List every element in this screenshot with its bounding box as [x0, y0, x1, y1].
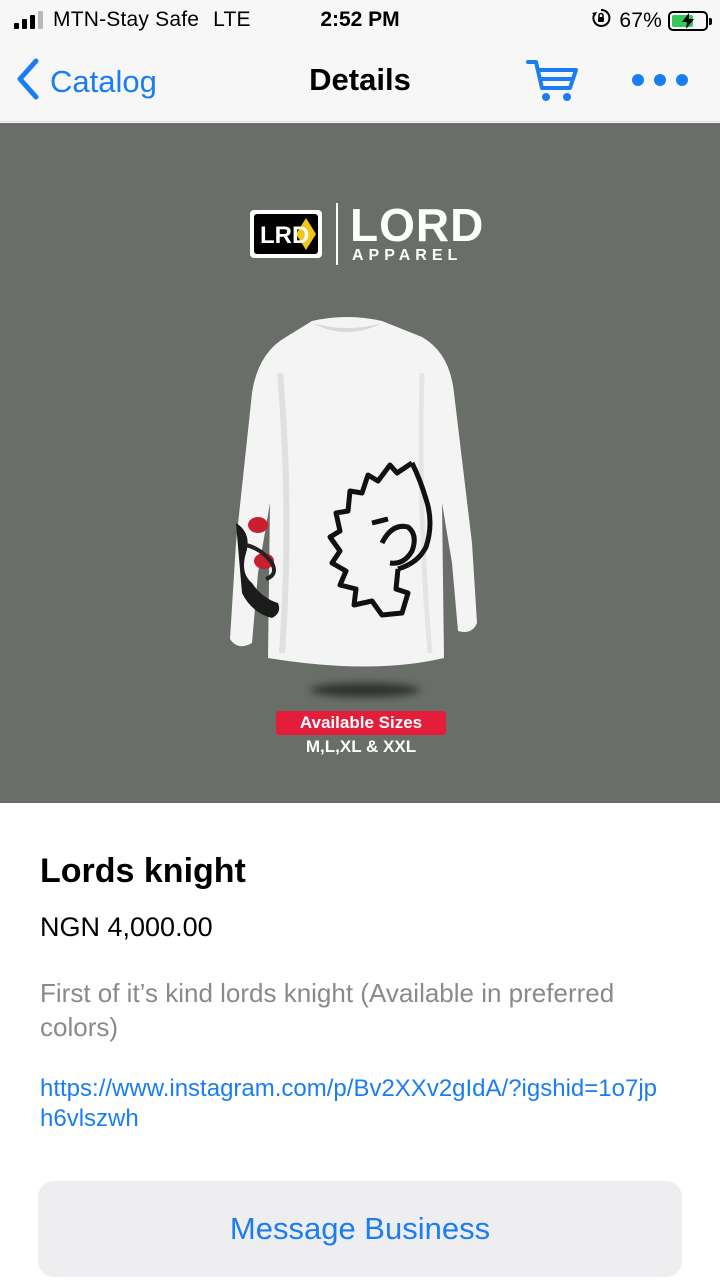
message-business-button[interactable]: Message Business: [38, 1181, 682, 1277]
rotation-lock-icon: [591, 8, 611, 33]
more-icon-dot: [676, 74, 688, 86]
shirt-shadow: [310, 683, 420, 697]
brand-mark-text: LRD: [260, 222, 309, 249]
sizes-badge: Available Sizes: [276, 711, 446, 735]
shirt-illustration: [230, 317, 477, 667]
more-button[interactable]: [632, 68, 688, 92]
more-icon-dot: [654, 74, 666, 86]
brand-mark-icon: LRD: [250, 210, 322, 258]
nav-bar: Catalog Details: [0, 40, 720, 122]
cart-icon: [526, 60, 578, 101]
product-title: Lords knight: [40, 852, 246, 890]
product-description: First of it’s kind lords knight (Availab…: [40, 978, 615, 1042]
product-link[interactable]: https://www.instagram.com/p/Bv2XXv2gIdA/…: [40, 1074, 660, 1134]
cart-button[interactable]: [526, 58, 580, 104]
page-title: Details: [309, 62, 411, 97]
status-right: 67%: [591, 8, 712, 33]
product-image[interactable]: LRD LORD APPAREL Available Sizes M,L,XL …: [0, 123, 720, 803]
brand-logo: LRD LORD APPAREL: [248, 199, 485, 265]
sizes-list: M,L,XL & XXL: [305, 737, 417, 756]
battery-percent: 67%: [619, 8, 662, 32]
more-icon-dot: [632, 74, 644, 86]
battery-charging-icon: [668, 10, 712, 31]
status-bar: MTN-Stay Safe LTE 2:52 PM 67%: [0, 0, 720, 40]
brand-name: LORD: [350, 199, 485, 251]
product-price: NGN 4,000.00: [40, 912, 213, 942]
